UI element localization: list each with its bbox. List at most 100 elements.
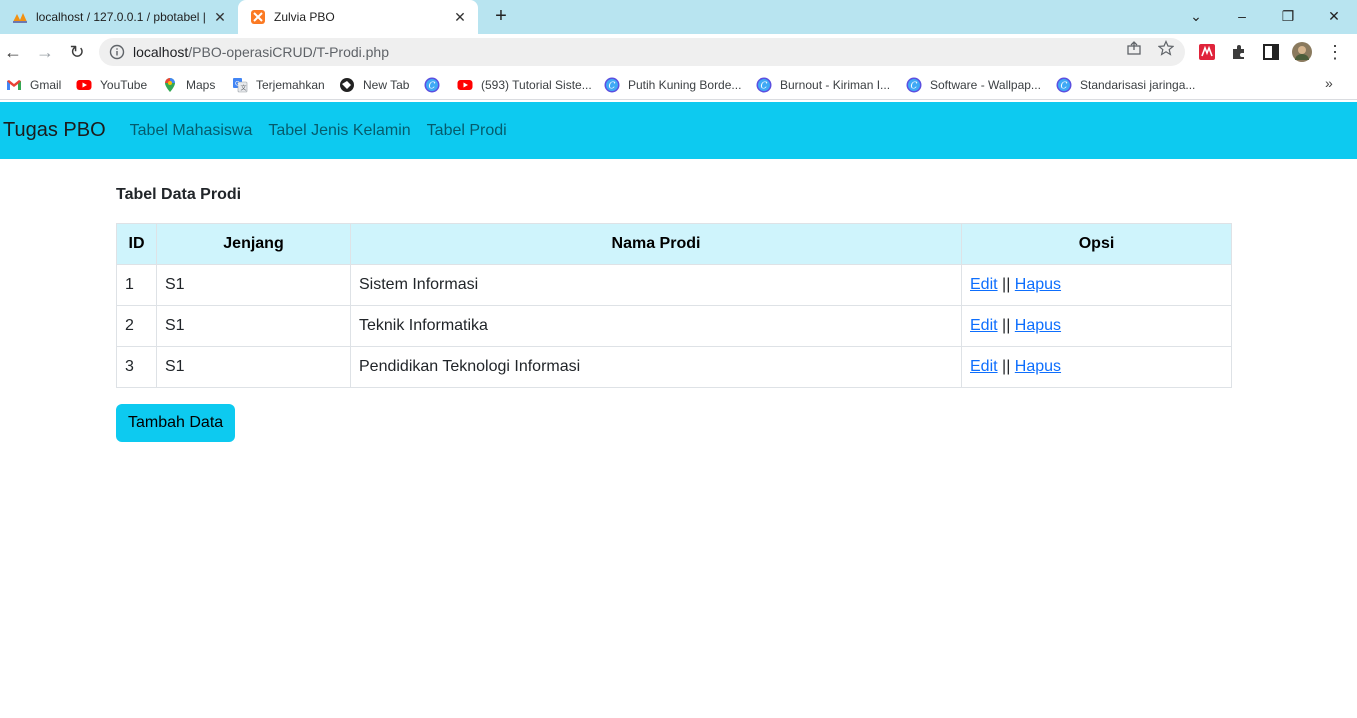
- cell-jenjang: S1: [156, 264, 351, 306]
- maps-icon: [165, 78, 175, 92]
- nav-link-tabel-mahasiswa[interactable]: Tabel Mahasiswa: [130, 122, 253, 140]
- bookmark-label: Maps: [186, 78, 216, 92]
- close-tab-icon[interactable]: ✕: [452, 9, 468, 25]
- edit-link[interactable]: Edit: [970, 276, 998, 293]
- close-window-icon[interactable]: ✕: [1322, 5, 1346, 27]
- nav-link-tabel-prodi[interactable]: Tabel Prodi: [427, 122, 507, 140]
- reload-icon[interactable]: ↻: [67, 42, 87, 62]
- column-header-jenjang: Jenjang: [156, 223, 351, 265]
- bookmark-star-icon[interactable]: [1158, 40, 1174, 56]
- puzzle-extensions-icon[interactable]: [1229, 42, 1249, 62]
- back-arrow-icon[interactable]: ←: [3, 42, 23, 62]
- bookmark-label: Putih Kuning Borde...: [628, 78, 742, 92]
- svg-text:G: G: [235, 81, 240, 88]
- bookmark-item[interactable]: Gmail: [6, 76, 61, 94]
- translate-icon: G 文: [233, 78, 248, 93]
- newtab-icon: [340, 78, 354, 92]
- youtube-icon: [76, 80, 92, 90]
- site-navbar: Tugas PBO Tabel Mahasiswa Tabel Jenis Ke…: [0, 102, 1357, 159]
- hapus-link[interactable]: Hapus: [1015, 358, 1061, 375]
- cell-opsi: Edit || Hapus: [961, 264, 1232, 306]
- restore-icon[interactable]: ❐: [1276, 5, 1300, 27]
- bookmark-item[interactable]: New Tab: [339, 76, 409, 94]
- column-header-nama-prodi: Nama Prodi: [350, 223, 962, 265]
- profile-avatar[interactable]: [1292, 42, 1312, 62]
- address-bar[interactable]: localhost/PBO-operasiCRUD/T-Prodi.php: [99, 38, 1185, 66]
- url-text: localhost/PBO-operasiCRUD/T-Prodi.php: [133, 44, 389, 60]
- bookmark-item[interactable]: (593) Tutorial Siste...: [457, 76, 592, 94]
- edit-link[interactable]: Edit: [970, 358, 998, 375]
- table-header-row: ID Jenjang Nama Prodi Opsi: [116, 223, 1232, 265]
- tab-search-icon[interactable]: ⌄: [1184, 5, 1208, 27]
- main-content: Tabel Data Prodi ID Jenjang Nama Prodi O…: [116, 186, 1232, 442]
- page-title: Tabel Data Prodi: [116, 186, 242, 203]
- tab-title: Zulvia PBO: [274, 10, 335, 24]
- bookmark-item[interactable]: C: [424, 76, 448, 94]
- url-host: localhost: [133, 44, 189, 60]
- bookmark-item[interactable]: C Software - Wallpap...: [906, 76, 1041, 94]
- hapus-link[interactable]: Hapus: [1015, 276, 1061, 293]
- cell-opsi: Edit || Hapus: [961, 346, 1232, 388]
- extension-red-icon[interactable]: [1197, 42, 1217, 62]
- cell-id: 2: [116, 305, 157, 347]
- canva-icon: C: [756, 77, 772, 93]
- phpmyadmin-icon: [13, 13, 27, 23]
- bookmark-item[interactable]: YouTube: [76, 76, 147, 94]
- bookmark-label: Burnout - Kiriman I...: [780, 78, 891, 92]
- browser-tab-zulvia[interactable]: Zulvia PBO ✕: [238, 0, 478, 34]
- info-icon[interactable]: [109, 44, 125, 60]
- navbar-brand[interactable]: Tugas PBO: [3, 119, 106, 142]
- cell-nama-prodi: Pendidikan Teknologi Informasi: [350, 346, 962, 388]
- url-path: /PBO-operasiCRUD/T-Prodi.php: [188, 44, 390, 60]
- gmail-icon: [7, 80, 21, 90]
- bookmark-label: Terjemahkan: [256, 78, 325, 92]
- more-bookmarks-icon[interactable]: »: [1325, 75, 1333, 91]
- table-row: 2 S1 Teknik Informatika Edit || Hapus: [116, 305, 1232, 347]
- side-panel-icon[interactable]: [1261, 42, 1281, 62]
- svg-text:C: C: [609, 82, 616, 92]
- new-tab-button[interactable]: +: [490, 6, 512, 28]
- svg-text:C: C: [1061, 82, 1068, 92]
- tambah-data-button[interactable]: Tambah Data: [116, 404, 236, 442]
- bookmark-item[interactable]: C Burnout - Kiriman I...: [756, 76, 890, 94]
- column-header-opsi: Opsi: [961, 223, 1232, 265]
- bookmark-label: YouTube: [100, 78, 148, 92]
- svg-text:C: C: [911, 82, 918, 92]
- bookmark-item[interactable]: Maps: [162, 76, 215, 94]
- edit-link[interactable]: Edit: [970, 317, 998, 334]
- prodi-table: ID Jenjang Nama Prodi Opsi 1 S1 Sistem I…: [116, 223, 1232, 388]
- forward-arrow-icon[interactable]: →: [35, 42, 55, 62]
- canva-icon: C: [906, 77, 922, 93]
- separator: ||: [1002, 276, 1011, 293]
- svg-text:C: C: [761, 82, 768, 92]
- browser-tab-phpmyadmin[interactable]: localhost / 127.0.0.1 / pbotabel | ✕: [0, 0, 238, 34]
- bookmark-label: Gmail: [30, 78, 62, 92]
- bookmark-item[interactable]: C Standarisasi jaringa...: [1056, 76, 1195, 94]
- bookmark-label: (593) Tutorial Siste...: [481, 78, 592, 92]
- nav-link-tabel-jenis-kelamin[interactable]: Tabel Jenis Kelamin: [268, 122, 410, 140]
- bookmark-item[interactable]: G 文 Terjemahkan: [232, 76, 325, 94]
- minimize-icon[interactable]: –: [1230, 5, 1254, 27]
- bookmark-item[interactable]: C Putih Kuning Borde...: [604, 76, 741, 94]
- canva-icon: C: [604, 77, 620, 93]
- menu-kebab-icon[interactable]: ⋮: [1325, 42, 1345, 62]
- canva-icon: C: [1056, 77, 1072, 93]
- cell-opsi: Edit || Hapus: [961, 305, 1232, 347]
- separator: ||: [1002, 317, 1011, 334]
- tab-title: localhost / 127.0.0.1 / pbotabel |: [36, 10, 206, 24]
- youtube-icon: [457, 80, 473, 90]
- share-icon[interactable]: [1126, 40, 1142, 56]
- separator: ||: [1002, 358, 1011, 375]
- column-header-id: ID: [116, 223, 157, 265]
- browser-toolbar: ← → ↻ localhost/PBO-operasiCRUD/T-Prodi.…: [0, 34, 1357, 70]
- canva-icon: C: [424, 77, 440, 93]
- bookmark-label: Software - Wallpap...: [930, 78, 1041, 92]
- cell-id: 3: [116, 346, 157, 388]
- cell-jenjang: S1: [156, 346, 351, 388]
- svg-text:文: 文: [241, 84, 247, 92]
- close-tab-icon[interactable]: ✕: [212, 9, 228, 25]
- cell-id: 1: [116, 264, 157, 306]
- table-row: 3 S1 Pendidikan Teknologi Informasi Edit…: [116, 346, 1232, 388]
- hapus-link[interactable]: Hapus: [1015, 317, 1061, 334]
- svg-text:C: C: [429, 82, 436, 92]
